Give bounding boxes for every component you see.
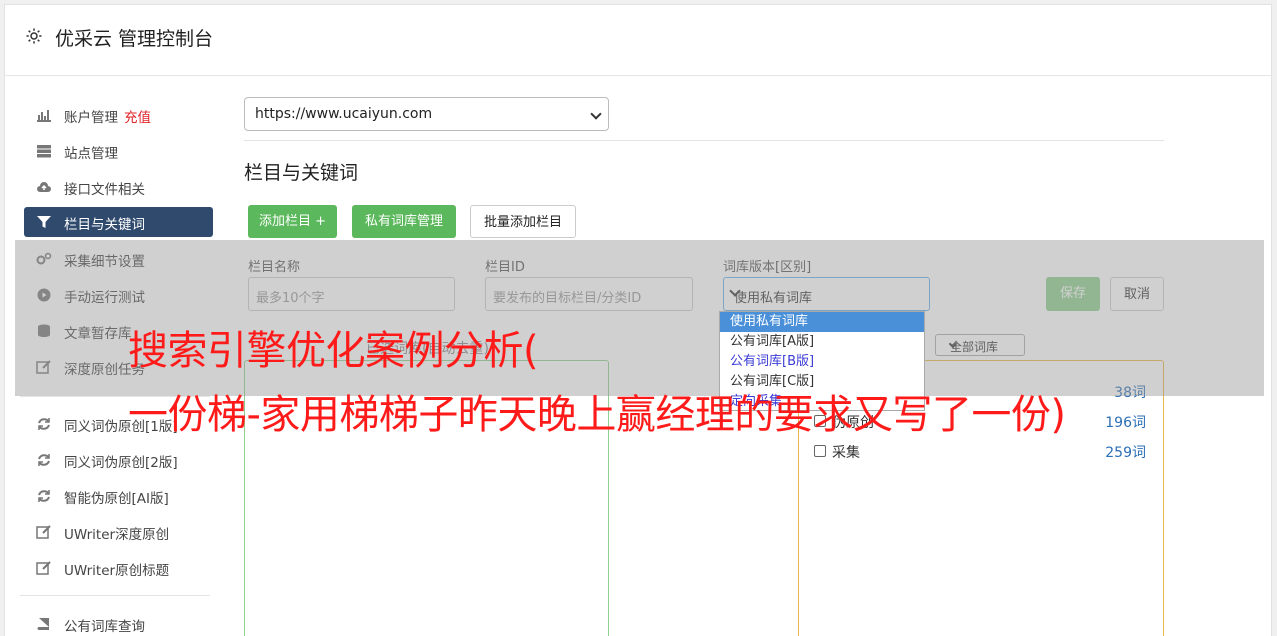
dropdown-option[interactable]: 定向采集 [720,392,924,412]
refresh-icon [38,418,50,430]
private-lib-button[interactable]: 私有词库管理 [352,205,456,238]
sidebar-item-synonym-1[interactable]: 同义词伪原创[1版] [24,409,213,439]
list-item[interactable]: 采集 259词 [814,442,1146,462]
refresh-icon [38,454,50,466]
refresh-icon [38,490,50,502]
sidebar-item-label: UWriter深度原创 [64,527,170,543]
sidebar-item-label: 栏目与关键词 [64,217,145,233]
sidebar-item-label: 站点管理 [64,146,118,162]
server-icon [37,145,51,158]
selected-libs-box[interactable] [244,360,609,636]
gear-icon [26,28,42,44]
sidebar-item-label: 同义词伪原创[1版] [64,419,178,435]
dropdown-option[interactable]: 公有词库[A版] [720,332,924,352]
book-icon [37,618,49,630]
sidebar-item-label: 账户管理 [64,110,118,126]
sidebar-item-public-lib[interactable]: 公有词库查询 [24,609,213,636]
version-dropdown-list[interactable]: 使用私有词库 公有词库[A版] 公有词库[B版] 公有词库[C版] 定向采集 [719,311,925,411]
sidebar-divider [20,396,210,397]
list-item[interactable]: 伪原创 196词 [814,412,1146,432]
sidebar-item-label: 公有词库查询 [64,619,145,635]
bar-chart-icon [37,110,51,122]
gray-overlay-band [15,240,1264,396]
batch-add-button[interactable]: 批量添加栏目 [470,205,576,238]
dropdown-option[interactable]: 公有词库[B版] [720,352,924,372]
edit-icon [36,525,51,539]
sidebar-item-label: UWriter原创标题 [64,563,170,579]
filter-icon [37,216,51,228]
sidebar-item-sites[interactable]: 站点管理 [24,136,213,166]
dropdown-option[interactable]: 使用私有词库 [720,312,924,332]
add-column-button[interactable]: 添加栏目 + [248,205,337,238]
sidebar-item-account[interactable]: 账户管理 充值 [24,100,213,130]
sidebar-item-label: 智能伪原创[AI版] [64,491,169,507]
chevron-down-icon [590,108,602,120]
section-title: 栏目与关键词 [244,162,359,184]
divider [244,140,1164,141]
sidebar-item-columns[interactable]: 栏目与关键词 [24,207,213,237]
dropdown-option[interactable]: 公有词库[C版] [720,372,924,392]
sidebar-item-synonym-2[interactable]: 同义词伪原创[2版] [24,445,213,475]
sidebar-item-uwriter-title[interactable]: UWriter原创标题 [24,553,213,583]
recharge-link[interactable]: 充值 [124,110,151,126]
app-title: 优采云 管理控制台 [55,28,214,50]
sidebar-item-ai-original[interactable]: 智能伪原创[AI版] [24,481,213,511]
checkbox[interactable] [814,445,826,457]
sidebar-item-interface[interactable]: 接口文件相关 [24,172,213,202]
edit-icon [36,561,51,575]
site-select[interactable]: https://www.ucaiyun.com [244,97,609,131]
sidebar-item-uwriter-deep[interactable]: UWriter深度原创 [24,517,213,547]
cloud-upload-icon [37,182,51,192]
sidebar-item-label: 同义词伪原创[2版] [64,455,178,471]
checkbox[interactable] [814,415,826,427]
sidebar-divider [20,595,210,596]
header: 优采云 管理控制台 [5,5,1271,76]
sidebar-item-label: 接口文件相关 [64,182,145,198]
